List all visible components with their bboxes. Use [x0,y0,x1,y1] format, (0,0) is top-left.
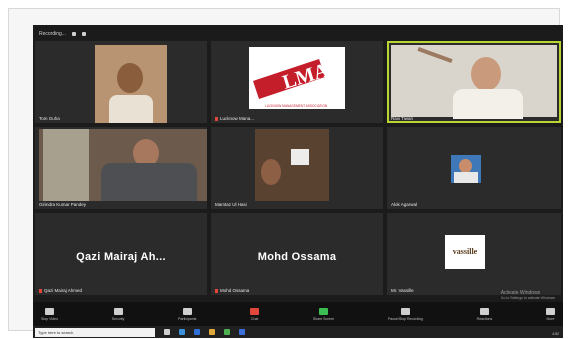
share-screen-icon [319,307,329,315]
muted-mic-icon [39,288,42,293]
lma-logo-text: LMA [280,59,332,94]
participant-tile[interactable]: Mamtaz Ul Hasi [211,127,383,209]
pause-stop-recording-button[interactable]: Pause/Stop Recording [388,307,423,321]
participant-name: Tom Guha [39,116,60,121]
participant-tile[interactable]: Tom Guha [35,41,207,123]
vassille-logo: vassille [445,235,485,269]
participant-tile[interactable]: Alok Agarwal [387,127,561,209]
participant-tile[interactable]: Mohd Ossama Mohd Ossama [211,213,383,295]
participant-name: Mohd Ossama [215,288,249,293]
lma-logo-subtitle: LUCKNOW MANAGEMENT ASSOCIATION [265,104,328,108]
pause-icon[interactable] [71,31,76,36]
participant-video [39,129,207,201]
participant-name: Lucknow Mana... [215,116,254,121]
recording-indicator: Recording... [39,29,86,38]
reactions-button[interactable]: Reactions [477,307,492,321]
more-icon [545,307,555,315]
video-icon [45,307,55,315]
participant-tile[interactable]: vassille Mr. Vassille [387,213,561,295]
screenshot-frame: Recording... Tom Guha LMA LUCKNOW MANAGE… [8,8,563,338]
windows-taskbar: Type here to search 4:52 [33,326,563,338]
participant-name: Girindra Kumar Pandey [39,202,87,207]
participant-name: Alok Agarwal [391,202,418,207]
file-explorer-icon[interactable] [209,329,215,335]
participant-display-name: Qazi Mairaj Ah... [76,251,166,263]
participant-name: Qazi Mairaj Ahmed [39,288,82,293]
zoom-taskbar-icon[interactable] [239,329,245,335]
stop-icon[interactable] [81,31,86,36]
participant-tile[interactable]: Girindra Kumar Pandey [35,127,207,209]
security-button[interactable]: Security [112,307,124,321]
participant-name: Mr. Vassille [391,288,414,293]
participant-avatar [451,155,481,183]
recording-label: Recording... [39,30,66,37]
participant-name: Ravi Tiwari [391,116,414,121]
participants-button[interactable]: Participants [178,307,196,321]
activate-windows-watermark: Activate Windows Go to Settings to activ… [501,290,555,300]
muted-mic-icon [215,116,218,121]
participant-video [391,45,557,119]
reactions-icon [479,307,489,315]
participant-tile[interactable]: Qazi Mairaj Ah... Qazi Mairaj Ahmed [35,213,207,295]
activate-subtitle: Go to Settings to activate Windows [500,296,555,300]
participant-video [255,129,329,201]
system-clock[interactable]: 4:52 [552,332,559,336]
share-screen-button[interactable]: Share Screen [313,307,334,321]
meeting-toolbar: Stop Video Security Participants Chat Sh… [33,302,563,326]
chat-icon [250,307,260,315]
muted-mic-icon [215,288,218,293]
store-icon[interactable] [224,329,230,335]
more-button[interactable]: More [545,307,555,321]
shield-icon [113,307,123,315]
participant-tile[interactable]: LMA LUCKNOW MANAGEMENT ASSOCIATION Luckn… [211,41,383,123]
participants-icon [182,307,192,315]
taskbar-search-input[interactable]: Type here to search [35,327,155,337]
participant-name: Mamtaz Ul Hasi [215,202,247,207]
participant-tile-active[interactable]: Ravi Tiwari [387,41,561,123]
record-icon [400,307,410,315]
zoom-meeting-window: Recording... Tom Guha LMA LUCKNOW MANAGE… [33,25,563,338]
mail-icon[interactable] [194,329,200,335]
stop-video-button[interactable]: Stop Video [41,307,58,321]
edge-icon[interactable] [179,329,185,335]
task-view-icon[interactable] [164,329,170,335]
participant-video [95,45,167,123]
chat-button[interactable]: Chat [250,307,260,321]
participant-display-name: Mohd Ossama [257,251,337,263]
lma-logo: LMA LUCKNOW MANAGEMENT ASSOCIATION [249,47,345,109]
